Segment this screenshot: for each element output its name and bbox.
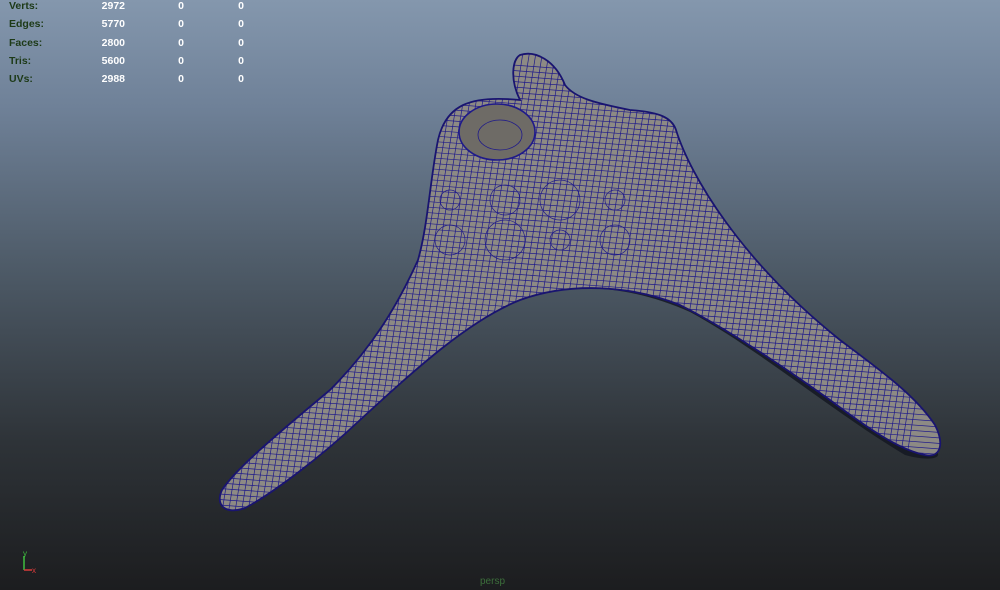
wire-line <box>133 40 213 540</box>
wire-line <box>880 53 941 511</box>
mesh-object[interactable] <box>0 0 1000 590</box>
wire-line <box>219 53 246 511</box>
wire-line <box>219 452 941 511</box>
wire-line <box>873 53 941 511</box>
camera-name-label: persp <box>480 576 506 587</box>
wire-line <box>321 53 402 511</box>
wire-line <box>120 40 200 540</box>
wire-line <box>886 53 941 511</box>
wire-line <box>180 524 980 584</box>
wire-line <box>219 53 253 511</box>
wire-line <box>219 457 941 511</box>
wire-line <box>180 546 980 590</box>
wire-line <box>789 53 870 511</box>
wire-line <box>301 53 383 511</box>
axis-gizmo: y x <box>23 549 36 575</box>
wire-line <box>219 53 240 511</box>
wire-line <box>219 298 941 359</box>
wire-line <box>834 53 916 511</box>
wire-line <box>854 53 935 511</box>
wire-line <box>815 53 896 511</box>
wire-line <box>219 53 941 101</box>
wire-line <box>219 496 941 511</box>
wire-line <box>219 479 941 511</box>
wire-line <box>795 53 877 511</box>
wire-line <box>219 281 941 343</box>
wire-line <box>776 53 857 511</box>
wire-line <box>180 557 980 590</box>
wire-line <box>180 541 980 590</box>
wire-line <box>180 552 980 590</box>
wire-line <box>219 53 233 511</box>
wire-line <box>841 53 922 511</box>
wire-line <box>893 53 941 511</box>
wire-line <box>269 53 350 511</box>
wire-line <box>847 53 929 511</box>
wire-line <box>219 287 941 348</box>
wire-line <box>219 468 941 511</box>
mesh-bowl <box>458 103 536 161</box>
viewport-persp[interactable]: Verts: 2972 0 0 Edges: 5770 0 0 Faces: 2… <box>0 0 1000 590</box>
y-axis-label: y <box>23 549 27 558</box>
wire-line <box>219 446 941 508</box>
wire-line <box>282 53 363 511</box>
wire-line <box>808 53 890 511</box>
wire-line <box>180 519 980 579</box>
wire-line <box>180 535 980 590</box>
wire-line <box>308 53 389 511</box>
wire-line <box>867 53 941 511</box>
wire-line <box>219 507 941 511</box>
wire-line <box>314 53 396 511</box>
wire-line <box>127 40 207 540</box>
wire-line <box>288 53 370 511</box>
wireframe-grid <box>120 40 980 590</box>
wire-line <box>219 474 941 511</box>
wire-line <box>219 292 941 354</box>
wire-line <box>828 53 909 511</box>
wire-line <box>219 53 227 511</box>
wire-line <box>180 530 980 590</box>
wire-line <box>782 53 864 511</box>
wire-line <box>219 53 220 511</box>
wire-line <box>180 513 980 573</box>
wire-line <box>860 53 941 511</box>
x-axis-label: x <box>32 566 36 575</box>
wire-line <box>219 314 941 376</box>
wire-line <box>219 463 941 511</box>
wire-line <box>327 53 409 511</box>
wire-line <box>219 490 941 511</box>
wire-line <box>821 53 903 511</box>
wire-line <box>219 309 941 370</box>
wire-line <box>802 53 883 511</box>
wire-line <box>219 501 941 511</box>
wire-line <box>275 53 357 511</box>
wire-line <box>219 485 941 511</box>
wire-line <box>219 320 941 381</box>
